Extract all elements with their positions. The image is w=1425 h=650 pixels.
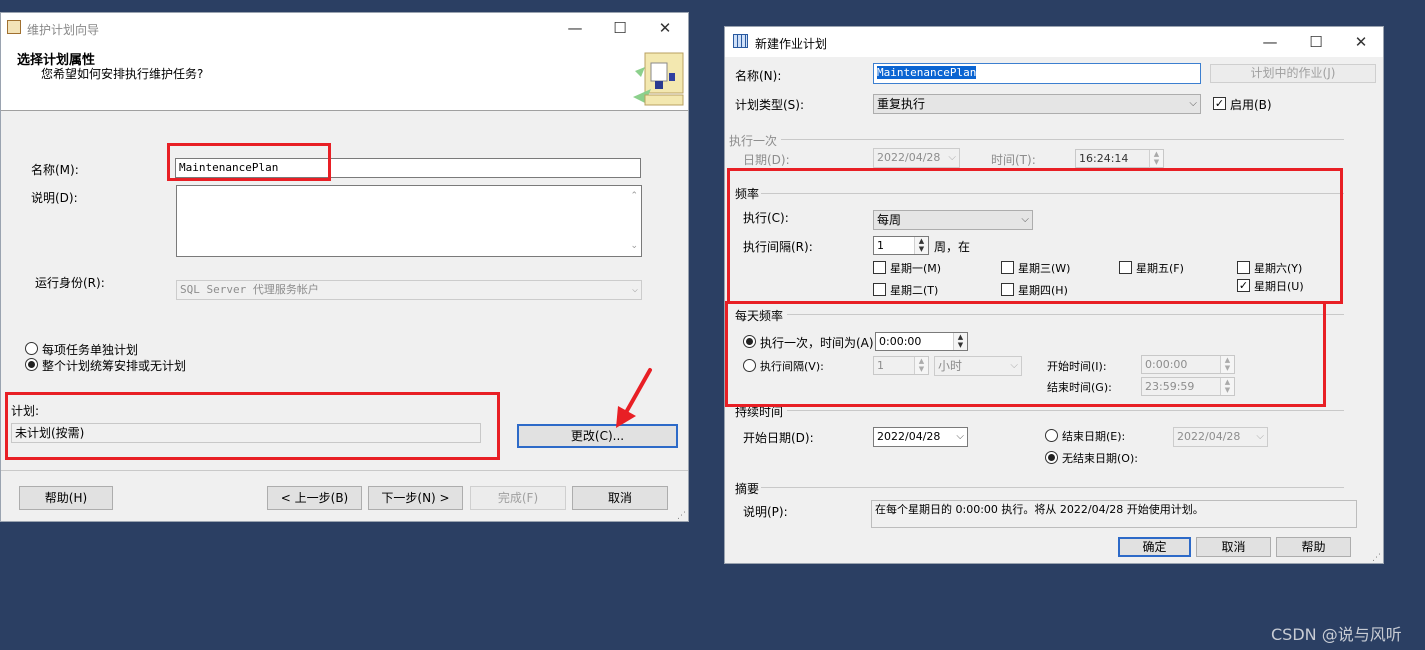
minimize-icon[interactable]: — (561, 17, 589, 39)
no-end-date-label: 无结束日期(O): (1062, 452, 1138, 465)
summary-desc-label: 说明(P): (743, 505, 788, 519)
highlight-frequency (727, 168, 1343, 304)
maximize-icon[interactable]: ☐ (606, 17, 634, 39)
job-name-label: 名称(N): (735, 69, 782, 83)
run-as-select[interactable]: SQL Server 代理服务帐户 ⌵ (176, 280, 642, 300)
once-date-label: 日期(D): (743, 153, 790, 167)
summary-text-field: 在每个星期日的 0:00:00 执行。将从 2022/04/28 开始使用计划。 (871, 500, 1357, 528)
chevron-down-icon: ⌵ (1189, 98, 1197, 109)
once-section-line (781, 139, 1344, 140)
highlight-name-field (167, 143, 331, 181)
run-as-value: SQL Server 代理服务帐户 (180, 283, 319, 296)
enabled-label: 启用(B) (1230, 98, 1272, 112)
close-icon[interactable]: ✕ (651, 17, 679, 39)
radio-whole-label: 整个计划统筹安排或无计划 (42, 359, 187, 373)
radio-no-end-date[interactable] (1045, 451, 1058, 464)
wizard-graphic-icon (633, 52, 684, 106)
footer-divider (1, 470, 688, 471)
schedule-type-label: 计划类型(S): (735, 98, 805, 112)
description-label: 说明(D): (31, 191, 78, 205)
summary-section-title: 摘要 (735, 482, 760, 496)
help-button[interactable]: 帮助(H) (19, 486, 113, 510)
close-icon[interactable]: ✕ (1347, 31, 1375, 53)
back-button[interactable]: < 上一步(B) (267, 486, 362, 510)
chevron-down-icon: ⌵ (956, 431, 964, 442)
radio-end-date[interactable] (1045, 429, 1058, 442)
job-name-field[interactable]: MaintenancePlan (873, 63, 1201, 84)
enabled-checkbox[interactable]: ✓ (1213, 97, 1226, 110)
chevron-down-icon: ⌵ (631, 284, 638, 295)
run-as-label: 运行身份(R): (35, 276, 105, 290)
highlight-daily-frequency (725, 301, 1326, 407)
calendar-icon (733, 34, 748, 48)
once-date-value: 2022/04/28 (877, 151, 941, 164)
job-title: 新建作业计划 (755, 37, 828, 51)
next-button[interactable]: 下一步(N) > (368, 486, 463, 510)
jobs-in-schedule-button: 计划中的作业(J) (1210, 64, 1376, 83)
red-arrow-icon (616, 368, 652, 428)
start-date-value: 2022/04/28 (877, 430, 941, 443)
app-icon (7, 20, 21, 34)
summary-section-line (761, 487, 1344, 488)
start-date-picker[interactable]: 2022/04/28 ⌵ (873, 427, 968, 447)
start-date-label: 开始日期(D): (743, 431, 814, 445)
schedule-type-value: 重复执行 (877, 97, 926, 111)
maximize-icon[interactable]: ☐ (1302, 31, 1330, 53)
schedule-type-select[interactable]: 重复执行 ⌵ (873, 94, 1201, 114)
resize-grip-icon[interactable]: ⋰ (1372, 553, 1381, 563)
ok-button[interactable]: 确定 (1118, 537, 1191, 557)
watermark: CSDN @说与风听 (1271, 625, 1402, 644)
cancel-button[interactable]: 取消 (572, 486, 668, 510)
resize-grip-icon[interactable]: ⋰ (677, 511, 686, 521)
once-section-title: 执行一次 (729, 134, 778, 148)
finish-button: 完成(F) (470, 486, 566, 510)
radio-whole-plan[interactable] (25, 358, 38, 371)
once-time-label: 时间(T): (991, 153, 1036, 167)
chevron-down-icon: ⌵ (1256, 431, 1264, 442)
radio-separate-schedule[interactable] (25, 342, 38, 355)
once-date-picker: 2022/04/28 ⌵ (873, 148, 960, 168)
end-date-value: 2022/04/28 (1177, 430, 1241, 443)
scroll-up-icon[interactable]: ⌃ (630, 188, 638, 204)
wizard-title: 维护计划向导 (27, 23, 100, 37)
wizard-title-bar[interactable]: 维护计划向导 — ☐ ✕ (1, 13, 688, 43)
end-date-picker: 2022/04/28 ⌵ (1173, 427, 1268, 447)
duration-section-line (787, 410, 1344, 411)
radio-separate-label: 每项任务单独计划 (42, 343, 139, 357)
job-name-value: MaintenancePlan (877, 66, 977, 79)
job-cancel-button[interactable]: 取消 (1196, 537, 1271, 557)
end-date-label: 结束日期(E): (1062, 430, 1126, 443)
scroll-down-icon[interactable]: ⌄ (630, 238, 638, 254)
job-title-bar[interactable]: 新建作业计划 — ☐ ✕ (725, 27, 1383, 57)
wizard-header: 选择计划属性 您希望如何安排执行维护任务? (1, 43, 688, 111)
summary-text: 在每个星期日的 0:00:00 执行。将从 2022/04/28 开始使用计划。 (875, 503, 1204, 516)
spinner-icon: ▲ ▼ (1149, 150, 1163, 167)
chevron-down-icon: ⌵ (948, 152, 956, 163)
name-label: 名称(M): (31, 163, 79, 177)
minimize-icon[interactable]: — (1256, 31, 1284, 53)
description-field[interactable]: ⌃ ⌄ (176, 185, 642, 257)
once-time-field: 16:24:14 ▲ ▼ (1075, 149, 1164, 168)
highlight-schedule (5, 392, 500, 460)
job-help-button[interactable]: 帮助 (1276, 537, 1351, 557)
once-time-value: 16:24:14 (1079, 152, 1129, 165)
page-subtitle: 您希望如何安排执行维护任务? (41, 67, 204, 81)
